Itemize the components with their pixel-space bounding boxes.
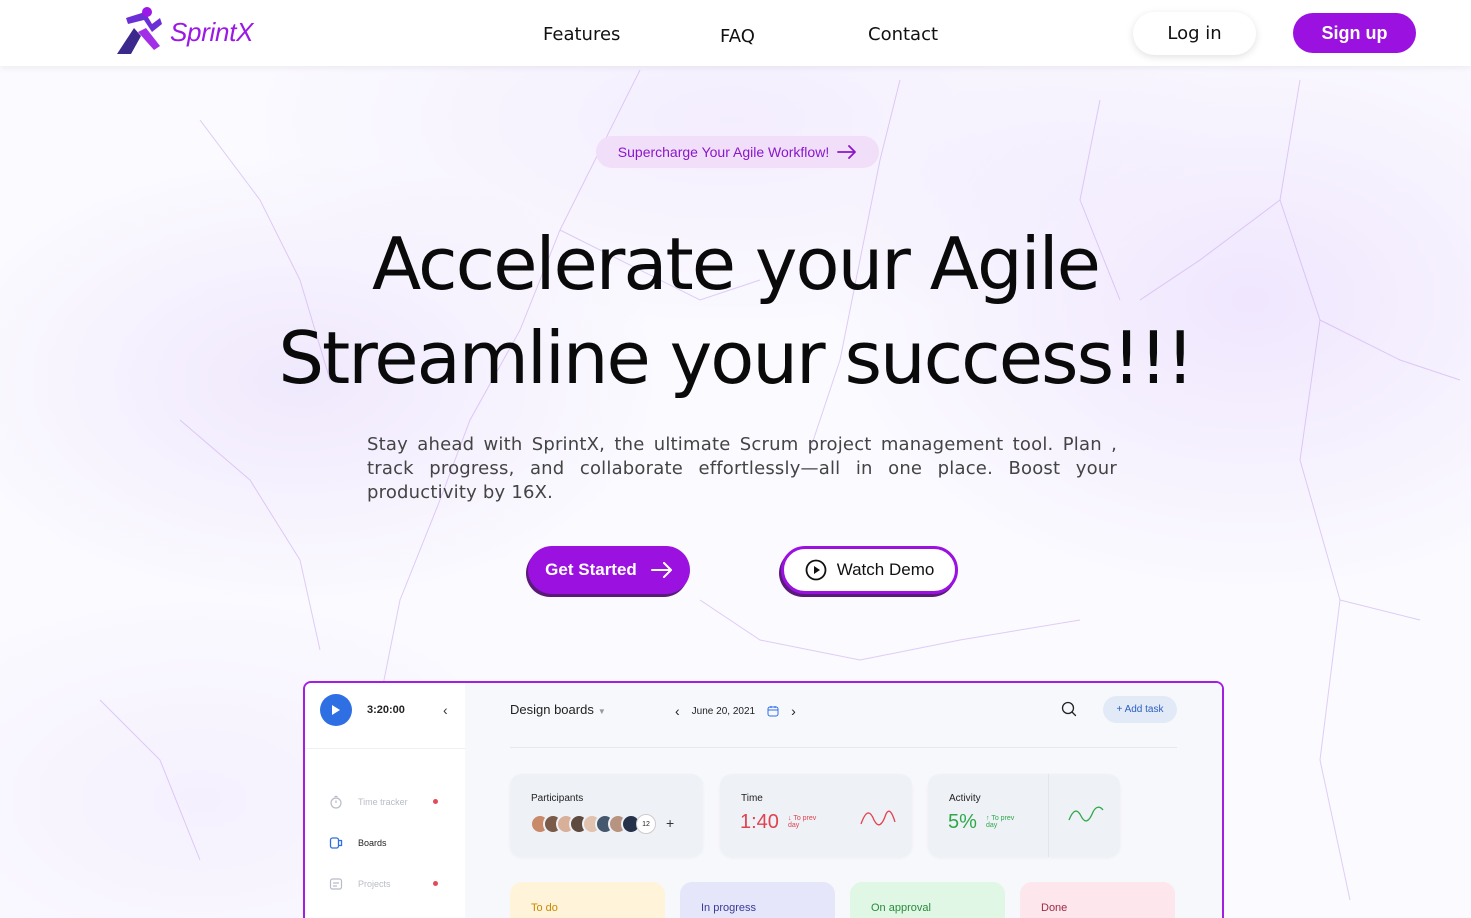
stopwatch-icon — [330, 795, 342, 809]
promo-pill[interactable]: Supercharge Your Agile Workflow! — [596, 136, 879, 168]
hero-title-line1: Accelerate your Agile — [372, 222, 1101, 306]
activity-sparkline — [1068, 806, 1104, 822]
activity-hint: ↑ To prev day — [986, 815, 1015, 829]
avatar-group[interactable]: 12 — [530, 814, 656, 834]
running-figure-icon — [117, 7, 162, 54]
arrow-right-icon — [837, 145, 857, 159]
sidebar-item-label: Time tracker — [358, 797, 408, 807]
board-icon — [329, 837, 343, 849]
nav-features[interactable]: Features — [543, 24, 620, 45]
add-participant-icon[interactable]: + — [666, 815, 674, 831]
time-hint: ↓ To prev day — [788, 815, 817, 829]
folder-icon — [329, 878, 343, 890]
watch-demo-label: Watch Demo — [836, 560, 935, 579]
brand-name: SprintX — [170, 16, 254, 47]
column-label: To do — [531, 902, 558, 914]
column-in-progress[interactable]: In progress — [680, 882, 835, 918]
participants-label: Participants — [531, 793, 584, 804]
calendar-icon[interactable] — [767, 705, 779, 717]
chevron-left-icon[interactable]: ‹ — [443, 702, 448, 718]
divider — [1048, 774, 1049, 857]
play-circle-icon — [805, 559, 827, 581]
column-label: In progress — [701, 902, 757, 914]
search-icon[interactable] — [1061, 701, 1077, 717]
play-button[interactable] — [320, 694, 352, 726]
login-button[interactable]: Log in — [1133, 12, 1256, 55]
caret-down-icon: ▼ — [597, 707, 606, 716]
divider — [510, 747, 1177, 748]
timer-value: 3:20:00 — [367, 704, 405, 716]
promo-pill-label: Supercharge Your Agile Workflow! — [617, 144, 830, 160]
notification-dot — [433, 799, 438, 804]
participants-count: 12 — [636, 814, 656, 834]
hero-title-line2: Streamline your success!!! — [278, 316, 1194, 400]
board-title-label: Design boards — [510, 702, 594, 717]
time-label: Time — [741, 793, 763, 804]
preview-header: Design boards ▼ ‹ June 20, 2021 › + Add t… — [465, 683, 1222, 749]
watch-demo-button[interactable]: Watch Demo — [781, 546, 958, 594]
current-date: June 20, 2021 — [691, 705, 756, 717]
date-navigator: ‹ June 20, 2021 › — [675, 703, 796, 719]
signup-button[interactable]: Sign up — [1293, 13, 1416, 53]
time-card: Time 1:40 ↓ To prev day — [720, 774, 912, 857]
column-label: Done — [1041, 902, 1068, 914]
activity-value: 5% — [948, 811, 977, 833]
chevron-right-icon[interactable]: › — [791, 703, 796, 719]
column-done[interactable]: Done — [1020, 882, 1175, 918]
sidebar-item-label: Boards — [358, 838, 387, 848]
chevron-left-icon[interactable]: ‹ — [675, 703, 680, 719]
get-started-label: Get Started — [545, 560, 637, 579]
column-todo[interactable]: To do — [510, 882, 665, 918]
time-value: 1:40 — [740, 811, 779, 833]
activity-label: Activity — [949, 793, 981, 804]
sidebar-item-label: Projects — [358, 879, 391, 889]
hero-subtitle: Stay ahead with SprintX, the ultimate Sc… — [367, 434, 1117, 503]
get-started-button[interactable]: Get Started — [528, 546, 690, 594]
time-hint-label: To prev day — [788, 815, 817, 829]
participants-card: Participants 12 + — [510, 774, 703, 857]
notification-dot — [433, 881, 438, 886]
sidebar-item-time-tracker[interactable]: Time tracker — [329, 795, 438, 809]
top-navbar: SprintX Features FAQ Contact Log in Sign… — [0, 0, 1471, 66]
preview-sidebar: 3:20:00 ‹ Time tracker Boards Projects — [305, 683, 465, 918]
add-task-button[interactable]: + Add task — [1103, 696, 1177, 723]
nav-faq[interactable]: FAQ — [720, 26, 755, 47]
activity-hint-label: To prev day — [986, 815, 1015, 829]
column-on-approval[interactable]: On approval — [850, 882, 1005, 918]
time-sparkline — [860, 810, 896, 826]
preview-sidebar-header: 3:20:00 ‹ — [305, 683, 465, 749]
sidebar-item-boards[interactable]: Boards — [329, 836, 387, 850]
preview-main: Design boards ▼ ‹ June 20, 2021 › + Add t… — [465, 683, 1222, 918]
dashboard-preview: 3:20:00 ‹ Time tracker Boards Projects D… — [303, 681, 1224, 918]
arrow-right-icon — [650, 562, 672, 578]
sidebar-item-projects[interactable]: Projects — [329, 877, 438, 891]
brand-logo[interactable]: SprintX — [114, 6, 253, 58]
board-title[interactable]: Design boards ▼ — [510, 702, 606, 717]
activity-card: Activity 5% ↑ To prev day — [928, 774, 1120, 857]
column-label: On approval — [871, 902, 931, 914]
nav-contact[interactable]: Contact — [868, 24, 938, 45]
play-icon — [332, 705, 340, 715]
